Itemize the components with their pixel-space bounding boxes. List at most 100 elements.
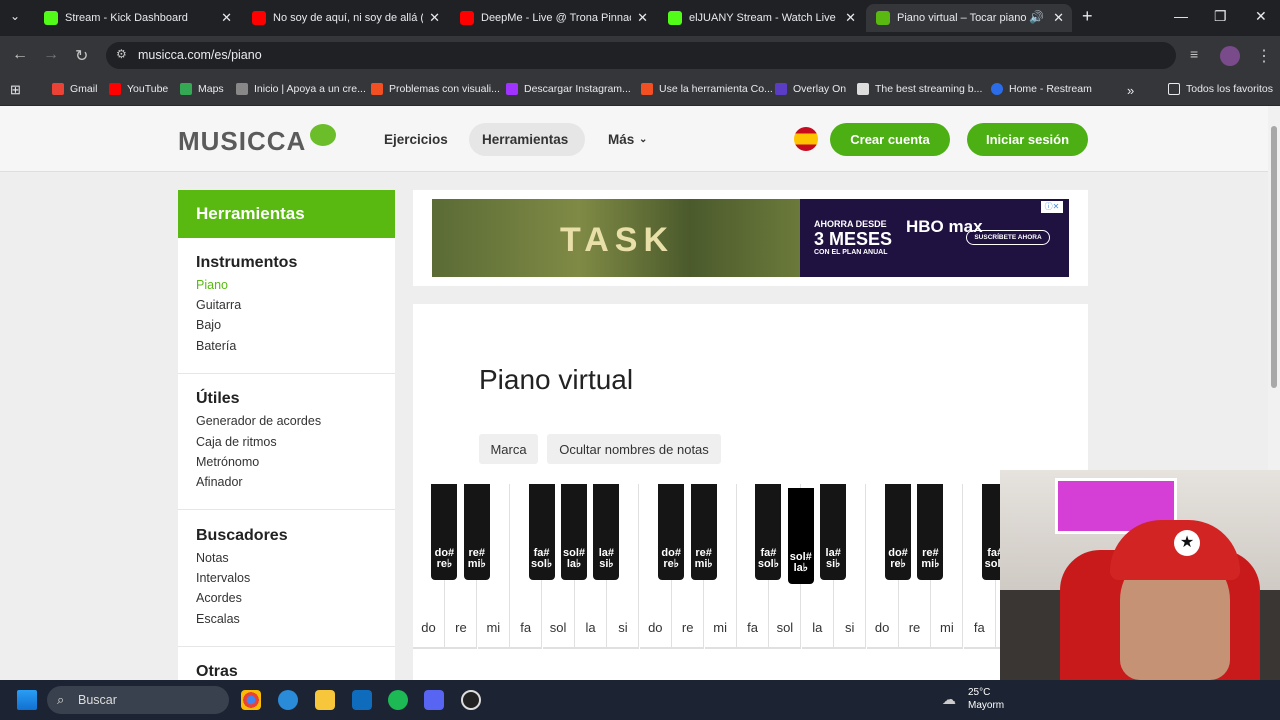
address-bar[interactable]: ⚙ musicca.com/es/piano — [106, 42, 1176, 69]
bookmark-gmail[interactable]: Gmail — [52, 83, 97, 95]
create-account-button[interactable]: Crear cuenta — [830, 123, 950, 156]
sidebar-item-intervals[interactable]: Intervalos — [196, 571, 250, 585]
more-bookmarks-icon[interactable]: » — [1127, 83, 1134, 98]
ad-banner[interactable]: TASK AHORRA DESDE 3 MESES CON EL PLAN AN… — [432, 199, 1069, 277]
black-key[interactable]: la# si♭ — [593, 484, 620, 580]
black-key[interactable]: do# re♭ — [658, 484, 685, 580]
page-title: Piano virtual — [479, 364, 634, 395]
black-key[interactable]: re# mi♭ — [463, 484, 490, 580]
bookmark-herramienta[interactable]: Use la herramienta Co... — [641, 83, 773, 95]
sidebar-item-chord-generator[interactable]: Generador de acordes — [196, 414, 321, 428]
black-key[interactable]: re# mi♭ — [690, 484, 717, 580]
spotify-icon[interactable] — [388, 690, 408, 710]
scrollbar-thumb[interactable] — [1271, 126, 1277, 388]
windows-start-icon[interactable] — [17, 690, 37, 710]
outlook-icon[interactable] — [352, 690, 372, 710]
reload-icon[interactable]: ↻ — [75, 46, 88, 66]
bookmark-apoya[interactable]: Inicio | Apoya a un cre... — [236, 83, 366, 95]
sidebar-item-tuner[interactable]: Afinador — [196, 475, 243, 489]
piano-keyboard[interactable]: do re mi fa sol la si do re mi fa sol la si do re mi fa so… — [413, 484, 1088, 654]
bookmark-youtube[interactable]: YouTube — [109, 83, 168, 95]
nav-exercises[interactable]: Ejercicios — [384, 132, 448, 147]
obs-icon[interactable] — [461, 690, 481, 710]
black-key-flat-label: re♭ — [436, 558, 453, 570]
apps-grid-icon[interactable]: ⊞ — [10, 82, 21, 98]
black-key[interactable]: la# si♭ — [820, 484, 847, 580]
black-key[interactable]: sol# la♭ — [787, 488, 814, 584]
all-bookmarks[interactable]: Todos los favoritos — [1168, 83, 1273, 95]
sidebar-item-drum-machine[interactable]: Caja de ritmos — [196, 435, 277, 449]
bookmark-restream[interactable]: Home - Restream — [991, 83, 1092, 95]
sidebar-item-drums[interactable]: Batería — [196, 339, 236, 353]
bookmark-problemas[interactable]: Problemas con visuali... — [371, 83, 500, 95]
ad-info-icon[interactable]: ⓘ✕ — [1041, 201, 1063, 213]
logo[interactable]: MUSICCA — [178, 126, 306, 157]
black-key[interactable]: fa# sol♭ — [528, 484, 555, 580]
black-key[interactable]: do# re♭ — [431, 484, 458, 580]
tab-youtube-song[interactable]: No soy de aquí, ni soy de allá (En v ✕ — [242, 4, 448, 32]
gmail-icon — [52, 83, 64, 95]
url-text[interactable]: musicca.com/es/piano — [138, 48, 262, 62]
black-key[interactable]: re# mi♭ — [917, 484, 944, 580]
back-icon[interactable]: ← — [12, 46, 28, 64]
site-info-icon[interactable]: ⚙ — [116, 47, 127, 61]
close-window-icon[interactable]: ✕ — [1255, 8, 1267, 25]
menu-icon[interactable]: ⋮ — [1256, 46, 1272, 66]
chevron-down-icon: ⌄ — [639, 134, 648, 145]
mark-button[interactable]: Marca — [479, 434, 538, 464]
sidebar-item-guitar[interactable]: Guitarra — [196, 298, 241, 312]
divider — [178, 509, 395, 510]
taskbar-search[interactable]: ⌕ Buscar — [47, 686, 229, 714]
divider — [178, 373, 395, 374]
minimize-icon[interactable]: — — [1174, 8, 1188, 24]
nav-tools[interactable]: Herramientas — [482, 132, 568, 147]
black-key-flat-label: re♭ — [890, 558, 906, 570]
tab-kick-dashboard[interactable]: Stream - Kick Dashboard ✕ — [34, 4, 240, 32]
hide-note-names-button[interactable]: Ocultar nombres de notas — [547, 434, 721, 464]
sidebar-item-piano[interactable]: Piano — [196, 278, 228, 292]
close-tab-icon[interactable]: ✕ — [1053, 10, 1064, 26]
close-tab-icon[interactable]: ✕ — [845, 10, 856, 26]
bookmark-maps[interactable]: Maps — [180, 83, 224, 95]
bookmark-overlay[interactable]: Overlay On — [775, 83, 846, 95]
bookmark-instagram[interactable]: Descargar Instagram... — [506, 83, 631, 95]
sidebar-item-notes[interactable]: Notas — [196, 551, 229, 565]
speaker-icon[interactable]: 🔊 — [1029, 10, 1044, 24]
tab-eljuany-stream[interactable]: elJUANY Stream - Watch Live on K ✕ — [658, 4, 864, 32]
restore-icon[interactable]: ❐ — [1214, 8, 1227, 25]
close-tab-icon[interactable]: ✕ — [221, 10, 232, 26]
tab-piano-virtual[interactable]: Piano virtual – Tocar piano onl 🔊 ✕ — [866, 4, 1072, 32]
spain-flag-icon[interactable] — [794, 127, 818, 151]
tab-search-icon[interactable]: ⌄ — [10, 9, 20, 23]
white-key-label: si — [618, 620, 628, 635]
ad-cta-button[interactable]: SUSCRÍBETE AHORA — [966, 230, 1050, 245]
bookmark-streaming[interactable]: The best streaming b... — [857, 83, 982, 95]
white-key-label: do — [648, 620, 663, 635]
black-key[interactable]: fa# sol♭ — [755, 484, 782, 580]
weather-temp[interactable]: 25°C — [968, 687, 990, 698]
login-button[interactable]: Iniciar sesión — [967, 123, 1088, 156]
forward-icon[interactable]: → — [43, 46, 59, 64]
site-header: MUSICCA Ejercicios Herramientas Más ⌄ Cr… — [0, 106, 1268, 172]
file-explorer-icon[interactable] — [315, 690, 335, 710]
close-tab-icon[interactable]: ✕ — [637, 10, 648, 26]
sidebar-item-metronome[interactable]: Metrónomo — [196, 455, 259, 469]
close-tab-icon[interactable]: ✕ — [429, 10, 440, 26]
tab-deepme-live[interactable]: DeepMe - Live @ Trona Pinnacles, ✕ — [450, 4, 656, 32]
chrome-icon[interactable] — [241, 690, 261, 710]
logo-note-icon — [310, 124, 336, 146]
black-key-flat-label: la♭ — [566, 558, 582, 570]
new-tab-icon[interactable]: + — [1082, 6, 1093, 27]
discord-icon[interactable] — [424, 690, 444, 710]
edge-icon[interactable] — [278, 690, 298, 710]
white-key-label: fa — [520, 620, 532, 635]
black-key[interactable]: do# re♭ — [885, 484, 911, 580]
nav-more[interactable]: Más — [608, 132, 634, 147]
sidebar-item-bass[interactable]: Bajo — [196, 318, 221, 332]
media-controls-icon[interactable]: ≡ — [1190, 46, 1198, 62]
sidebar-item-chords[interactable]: Acordes — [196, 591, 242, 605]
black-key[interactable]: sol# la♭ — [561, 484, 587, 580]
profile-avatar[interactable] — [1220, 46, 1240, 66]
sidebar-item-scales[interactable]: Escalas — [196, 612, 240, 626]
black-key-flat-label: mi♭ — [467, 558, 486, 570]
